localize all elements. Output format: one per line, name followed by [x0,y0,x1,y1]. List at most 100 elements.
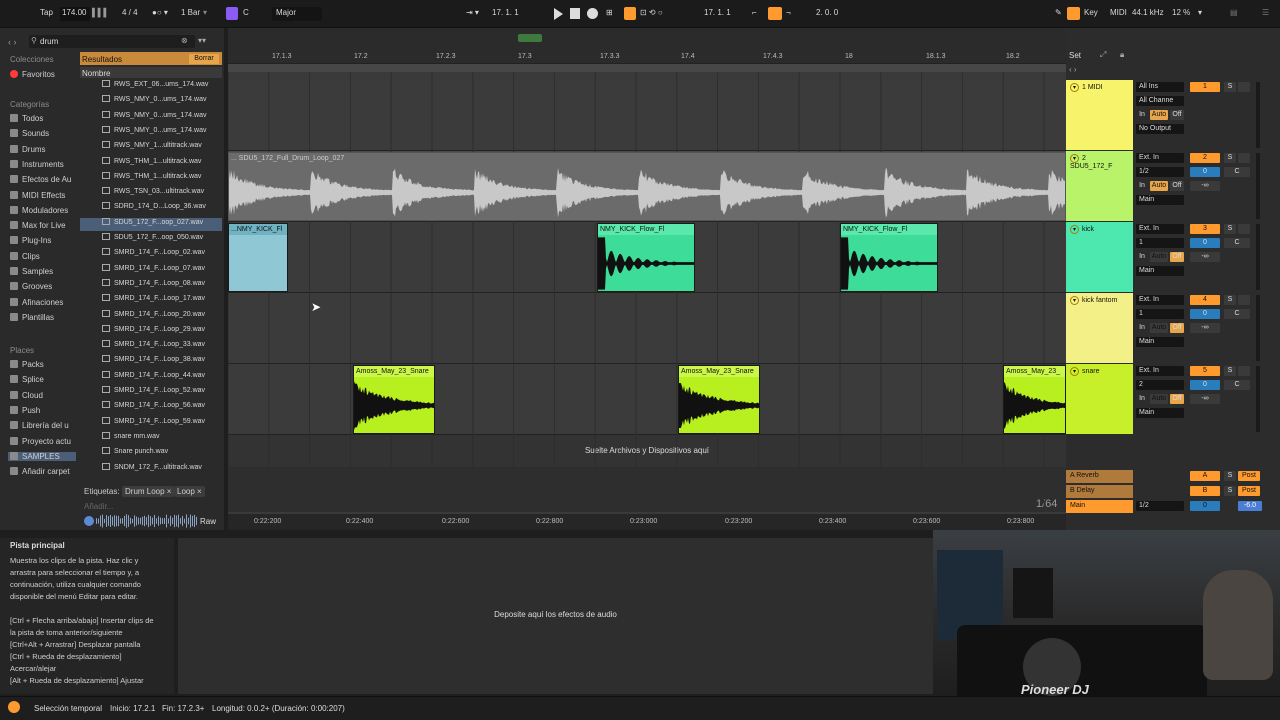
loop-switch-icon[interactable] [768,7,782,20]
file-list-item[interactable]: RWS_TSN_03...ultitrack.wav [102,187,204,195]
nav-arrows-icon[interactable]: ‹ › [1069,65,1077,74]
sidebar-item-category[interactable]: MIDI Effects [10,190,65,200]
track-header[interactable]: ▾ 2 SDU5_172_F [1066,151,1133,221]
punch-out-icon[interactable]: ¬ [786,8,791,17]
clip-kick-b[interactable]: NMY_KICK_Flow_Fl [597,223,695,292]
solo-button[interactable]: S [1224,153,1236,163]
file-list-item[interactable]: RWS_NMY_0...ums_174.wav [102,125,206,134]
search-input[interactable]: drum [40,37,58,46]
monitor-in-button[interactable]: In [1136,323,1148,333]
output-select[interactable]: Main [1136,195,1184,205]
monitor-off-button[interactable]: Off [1170,323,1184,333]
file-list-item[interactable]: SMRD_174_F...Loop_44.wav [102,370,205,379]
file-list-item[interactable]: SDU5_172_F...oop_027.wav [102,217,203,226]
input-channel-select[interactable]: 1 [1136,309,1184,319]
file-list-item[interactable]: SMRD_174_F...Loop_38.wav [102,355,205,363]
file-list-item[interactable]: SMRD_174_F...Loop_02.wav [102,248,205,256]
sidebar-item-category[interactable]: Instruments [10,159,64,169]
monitor-auto-button[interactable]: Auto [1150,252,1168,262]
scrub-area[interactable] [228,28,1066,52]
return-activator[interactable]: B [1190,486,1220,496]
file-list-item[interactable]: SMRD_174_F...Loop_56.wav [102,401,205,409]
fold-arrow-icon[interactable]: ▾ [1070,83,1079,92]
play-icon[interactable] [554,8,563,20]
volume-field[interactable]: 0 [1190,238,1220,248]
track-activator[interactable]: 3 [1190,224,1220,234]
expand-icon[interactable]: ⤢ [1100,50,1106,60]
file-list-item[interactable]: snare mm.wav [102,431,160,440]
sidebar-item-place[interactable]: Cloud [10,390,43,400]
pan-field[interactable]: C [1224,167,1250,177]
sidebar-item-category[interactable]: Efectos de Au [10,175,71,184]
sidebar-item-place[interactable]: Añadir carpet [10,467,70,476]
file-list-item[interactable]: SMRD_174_F...Loop_08.wav [102,278,205,287]
overdub-icon[interactable]: ⊞ [606,8,613,17]
track-header[interactable]: ▾ kick fantom [1066,293,1133,363]
tag-loop[interactable]: Loop × [174,486,205,497]
sidebar-item-place[interactable]: Proyecto actu [10,436,71,446]
track-activator[interactable]: 5 [1190,366,1220,376]
automation-arm-icon[interactable] [624,7,636,20]
arm-button[interactable] [1238,82,1250,92]
set-button[interactable]: Set [1069,51,1081,60]
monitor-off-button[interactable]: Off [1170,181,1184,191]
pan-field[interactable]: C [1224,238,1250,248]
file-list-item[interactable]: RWS_EXT_06...ums_174.wav [102,80,208,88]
sidebar-item-category[interactable]: Clips [10,251,40,261]
sidebar-item-category[interactable]: Moduladores [10,205,68,215]
clip-snare-b[interactable]: Amoss_May_23_Snare [678,365,760,434]
back-icon[interactable]: ‹ › [8,37,17,47]
follow-icon[interactable]: ●○ ▾ [152,8,168,17]
tag-drum-loop[interactable]: Drum Loop × [122,486,175,497]
sidebar-item-category[interactable]: Todos [10,114,43,123]
draw-mode-icon[interactable]: ✎ [1055,8,1062,17]
fold-arrow-icon[interactable]: ▾ [1070,154,1079,163]
file-list-item[interactable]: RWS_THM_1...ultitrack.wav [102,156,201,165]
sidebar-item-category[interactable]: Sounds [10,129,49,138]
output-select[interactable]: Main [1136,408,1184,418]
volume-field[interactable]: 0 [1190,309,1220,319]
fold-arrow-icon[interactable]: ▾ [1070,225,1079,234]
metronome-icon[interactable]: ▌▌▌ [92,8,109,17]
file-list-item[interactable]: SMRD_174_F...Loop_29.wav [102,324,205,333]
file-list-item[interactable]: SDRD_174_D...Loop_36.wav [102,202,206,210]
volume-field[interactable]: 0 [1190,380,1220,390]
clear-results-button[interactable]: Borrar [189,54,219,64]
sidebar-item-place[interactable]: SAMPLES [8,451,76,461]
solo-button[interactable]: S [1224,82,1236,92]
volume-field[interactable]: 0 [1190,167,1220,177]
return-activator[interactable]: A [1190,471,1220,481]
monitor-in-button[interactable]: In [1136,181,1148,191]
output-select[interactable]: No Output [1136,124,1184,134]
file-list-item[interactable]: RWS_NMY_0...ums_174.wav [102,95,206,103]
post-button[interactable]: Post [1238,486,1260,496]
pan-field[interactable]: C [1224,380,1250,390]
input-channel-select[interactable]: 1 [1136,238,1184,248]
clip-snare-a[interactable]: Amoss_May_23_Snare [353,365,435,434]
input-channel-select[interactable]: 1/2 [1136,167,1184,177]
loop-options-icon[interactable]: ⊡ ⟲ ○ [640,8,663,17]
post-button[interactable]: Post [1238,471,1260,481]
sidebar-item-place[interactable]: Push [10,405,40,415]
track-activator[interactable]: 2 [1190,153,1220,163]
sidebar-item-category[interactable]: Drums [10,144,46,154]
peak-meter-field[interactable]: -∞ [1190,323,1220,333]
input-type-select[interactable]: All Ins [1136,82,1184,92]
file-list-item[interactable]: SMRD_174_F...Loop_20.wav [102,309,205,318]
time-signature[interactable]: 4 / 4 [122,8,138,17]
sidebar-item-category[interactable]: Max for Live [10,221,66,230]
sidebar-item-place[interactable]: Packs [10,360,44,369]
main-volume-field[interactable]: -6.0 [1238,501,1262,511]
solo-button[interactable]: S [1224,295,1236,305]
monitor-in-button[interactable]: In [1136,110,1148,120]
track-header[interactable]: ▾ snare [1066,364,1133,434]
stop-icon[interactable] [570,8,580,19]
clip-snare-c[interactable]: Amoss_May_23_ [1003,365,1066,434]
arm-button[interactable] [1238,224,1250,234]
main-output-select[interactable]: 1/2 [1136,501,1184,511]
loop-bar[interactable] [228,64,1066,72]
sidebar-item-category[interactable]: Afinaciones [10,297,63,307]
fold-arrow-icon[interactable]: ▾ [1070,296,1079,305]
arm-button[interactable] [1238,366,1250,376]
arrangement-position[interactable]: 17. 1. 1 [492,8,519,17]
